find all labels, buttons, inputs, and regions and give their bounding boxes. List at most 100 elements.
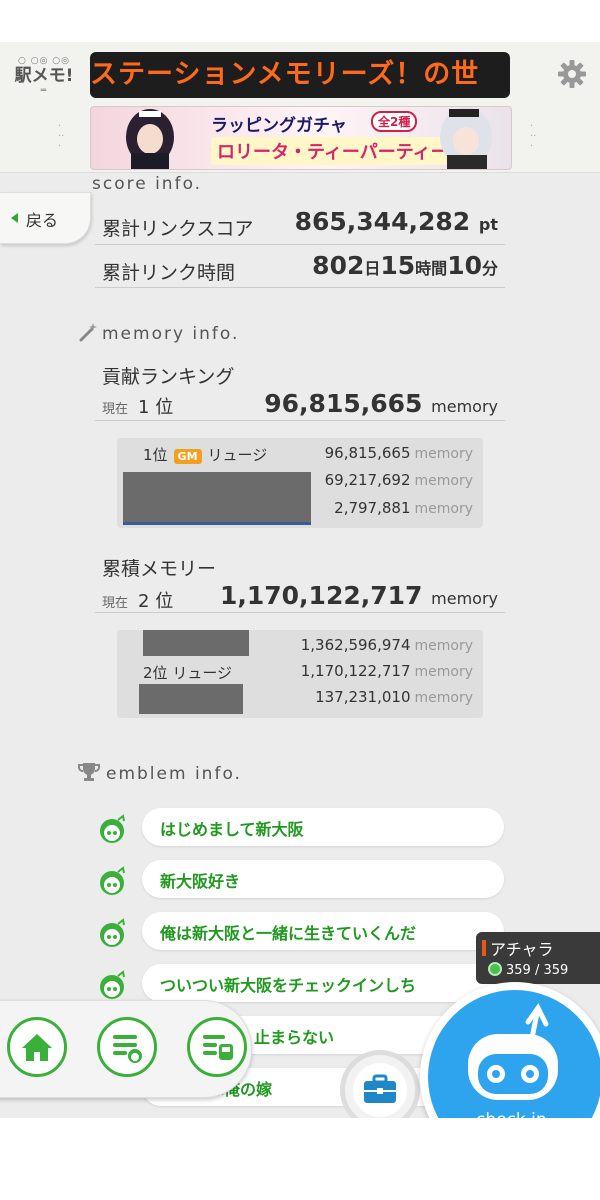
row-unit: memory [414,446,474,462]
emblem-item-label: 俺は新大阪と一緒に生きていくんだ [160,924,417,943]
row-value: 137,231,010 [315,688,411,706]
home-icon [22,1034,52,1061]
total-score-unit: pt [478,215,498,234]
emblem-info-heading-text: emblem info. [106,764,242,784]
score-info-heading: score info. [92,174,202,194]
divider [95,612,505,613]
emblem-info-heading: emblem info. [78,762,242,784]
ranking-row-self: 2位 リュージ [143,662,232,683]
marquee-display: ステーションメモリーズ！の世 [90,52,510,98]
time-minutes: 10 [447,251,482,280]
divider [95,244,505,245]
row-unit: memory [414,664,474,680]
emblem-item-label: 止まらない [254,1028,335,1047]
score-info-heading-text: score info. [92,174,203,194]
emblem-item[interactable]: 新大阪好き [142,860,504,898]
cumulative-rank-unit: 位 [155,591,174,612]
marquee-text: ステーションメモリーズ！の世 [90,59,480,90]
ranking-row-value: 96,815,665 memory [325,444,473,462]
ranking-row-value: 137,231,010 memory [315,688,473,706]
banner-next-icon[interactable]: · ·· · [530,122,536,152]
back-arrow-icon [11,213,18,223]
list-character-icon [113,1035,142,1063]
header: ○ ○◎ ○◎ 駅メモ! ═ ステーションメモリーズ！の世 · ·· · · ·· · [0,42,600,173]
cumulative-value-unit: memory [431,589,498,608]
cumulative-title: 累積メモリー [102,558,217,580]
character-hp-text: 359 / 359 [506,963,569,978]
home-button[interactable] [7,1017,67,1077]
ranking-row-value: 1,170,122,717 memory [301,662,473,680]
back-button[interactable]: 戻る [0,192,91,244]
emblem-character-icon [100,866,125,895]
row-name: リュージ [207,446,268,464]
row-unit: memory [414,690,474,706]
cumulative-value-number: 1,170,122,717 [219,581,423,610]
divider [95,287,505,288]
contribution-value: 96,815,665 memory [264,389,498,418]
cumulative-rank: 2 位 [138,587,173,613]
character-name: アチャラ [490,940,554,959]
row-name: リュージ [172,664,233,682]
row-unit: memory [414,638,474,654]
list-train-icon [203,1035,233,1060]
banner-character-right [440,107,492,169]
emblem-item[interactable]: はじめまして新大阪 [142,808,504,846]
contribution-rank-number: 1 [138,397,150,418]
memory-info-heading-text: memory info. [102,324,240,344]
character-accent [482,940,486,956]
time-days: 802 [312,251,365,280]
emblem-item[interactable]: 俺は新大阪と一緒に生きていくんだ [142,912,504,950]
bag-button[interactable] [340,1050,420,1118]
checkin-character-icon [468,1003,558,1100]
banner-prev-icon[interactable]: · ·· · [58,122,64,152]
briefcase-icon [364,1074,396,1103]
row-unit: memory [414,473,474,489]
divider [95,420,505,421]
total-time-label: 累計リンク時間 [102,262,236,284]
emblem-item-label: ついつい新大阪をチェックインしち [160,976,417,995]
gear-icon[interactable] [556,58,588,90]
row-value: 96,815,665 [324,444,411,462]
gm-badge: GM [173,449,202,464]
checkin-label: check in [476,1110,547,1118]
row-value: 69,217,692 [324,471,411,489]
time-days-unit: 日 [364,259,381,278]
character-status[interactable]: アチャラ 359 / 359 [476,932,600,984]
character-hp: 359 / 359 [488,962,568,978]
ranking-row-self: 1位 GM リュージ [143,444,267,465]
app-screen: ○ ○◎ ○◎ 駅メモ! ═ ステーションメモリーズ！の世 · ·· · · ·· · [0,42,600,1118]
contribution-rank-unit: 位 [155,397,174,418]
total-time-value: 802日15時間10分 [312,251,498,280]
memory-info-heading: memory info. [78,322,239,344]
redacted-name [143,630,249,656]
banner-title: ラッピングガチャ [211,116,347,136]
checkin-button[interactable]: check in [420,982,600,1118]
banner-character-left [126,109,174,169]
gacha-banner[interactable]: ラッピングガチャ 全2種 ロリータ・ティーパーティー [90,106,512,170]
row-unit: memory [414,501,474,517]
checkin-button-face: check in [428,990,600,1118]
logo-dots-icon: ○ ○◎ ○◎ [18,56,70,66]
bag-button-face [353,1063,407,1117]
app-logo[interactable]: ○ ○◎ ○◎ 駅メモ! ═ [12,56,76,96]
emblem-item-label: 新大阪好き [160,872,241,891]
list-train-button[interactable] [187,1017,247,1077]
logo-text: 駅メモ! [14,66,74,86]
row-value: 1,170,122,717 [300,662,411,680]
contribution-ranking-list: 1位 GM リュージ 96,815,665 memory 69,217,692 memo… [117,438,483,528]
contribution-current-label: 現在 [102,402,129,417]
row-value: 2,797,881 [334,499,411,517]
cumulative-ranking-list: 1,362,596,974 memory 2位 リュージ 1,170,122,71… [117,630,483,718]
emblem-character-icon [100,970,125,999]
hp-icon [488,962,502,976]
ranking-row-value: 2,797,881 memory [334,499,473,517]
time-hours: 15 [380,251,416,280]
bottom-nav [0,1000,252,1098]
row-rank: 1位 [143,446,168,464]
cumulative-current-label: 現在 [102,596,129,611]
ranking-row-value: 1,362,596,974 memory [301,636,473,654]
banner-subtitle: ロリータ・ティーパーティー [211,137,455,165]
contribution-rank: 1 位 [138,393,173,419]
list-character-button[interactable] [97,1017,157,1077]
total-score-value: 865,344,282 pt [295,207,498,236]
